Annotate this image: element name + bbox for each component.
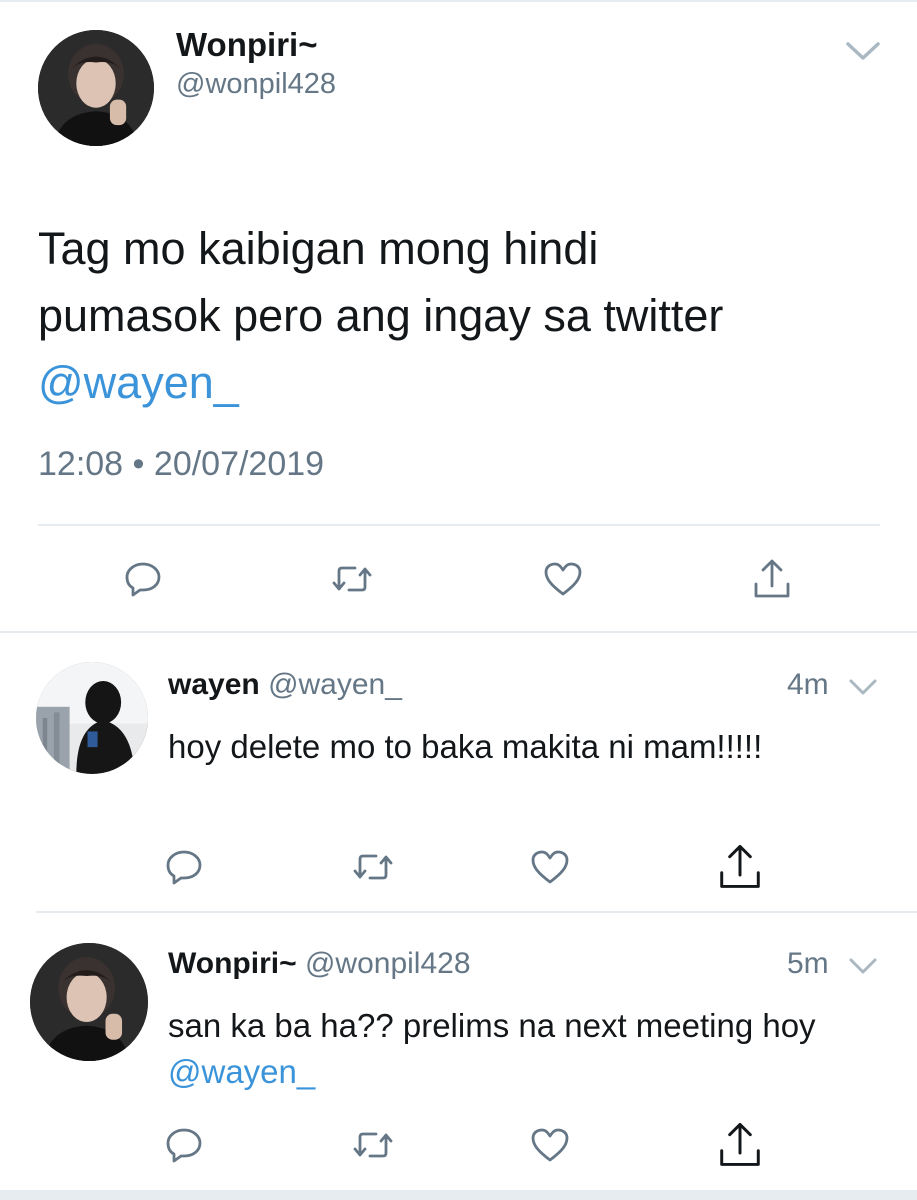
main-handle[interactable]: @wonpil428 — [176, 68, 336, 101]
like-icon[interactable] — [543, 561, 583, 597]
retweet-icon[interactable] — [331, 563, 373, 595]
retweet-icon[interactable] — [352, 851, 394, 883]
main-display-name[interactable]: Wonpiri~ — [176, 26, 317, 64]
mention-link[interactable]: @wayen_ — [168, 1053, 315, 1090]
chevron-down-icon[interactable] — [847, 676, 879, 698]
divider — [36, 911, 917, 913]
tweet-text-line: pumasok pero ang ingay sa twitter — [38, 290, 724, 341]
top-divider — [0, 0, 917, 2]
reply-display-name: wayen — [168, 668, 260, 701]
reply-handle: @wayen_ — [268, 668, 402, 701]
tweet-text-line: Tag mo kaibigan mong hindi — [38, 223, 599, 274]
reply-icon[interactable] — [165, 849, 203, 885]
divider — [38, 524, 880, 526]
avatar[interactable] — [38, 30, 154, 146]
share-icon[interactable] — [751, 558, 793, 600]
reply-text-body: san ka ba ha?? prelims na next meeting h… — [168, 1007, 816, 1044]
reply-author[interactable]: Wonpiri~ @wonpil428 — [168, 947, 471, 981]
reply-icon[interactable] — [165, 1127, 203, 1163]
tweet-timestamp[interactable]: 12:08 • 20/07/2019 — [38, 445, 324, 484]
reply-time[interactable]: 5m — [787, 947, 829, 981]
tweet-text: Tag mo kaibigan mong hindi pumasok pero … — [38, 215, 878, 416]
reply-text: san ka ba ha?? prelims na next meeting h… — [168, 1003, 888, 1095]
chevron-down-icon[interactable] — [844, 38, 882, 64]
reply-handle: @wonpil428 — [304, 947, 471, 980]
divider — [0, 631, 917, 633]
like-icon[interactable] — [530, 849, 570, 885]
avatar[interactable] — [30, 943, 148, 1061]
mention-link[interactable]: @wayen_ — [38, 357, 239, 408]
reply-icon[interactable] — [124, 561, 162, 597]
reply-time[interactable]: 4m — [787, 668, 829, 702]
reply-text: hoy delete mo to baka makita ni mam!!!!! — [168, 728, 763, 765]
share-icon[interactable] — [715, 843, 765, 891]
bottom-divider — [0, 1190, 917, 1200]
avatar[interactable] — [36, 662, 148, 774]
share-icon[interactable] — [715, 1121, 765, 1169]
chevron-down-icon[interactable] — [847, 955, 879, 977]
reply-display-name: Wonpiri~ — [168, 947, 297, 980]
tweet-time: 12:08 — [38, 445, 124, 483]
like-icon[interactable] — [530, 1127, 570, 1163]
retweet-icon[interactable] — [352, 1129, 394, 1161]
reply-author[interactable]: wayen @wayen_ — [168, 668, 402, 702]
timestamp-separator: • — [132, 445, 145, 483]
tweet-date: 20/07/2019 — [153, 445, 325, 483]
